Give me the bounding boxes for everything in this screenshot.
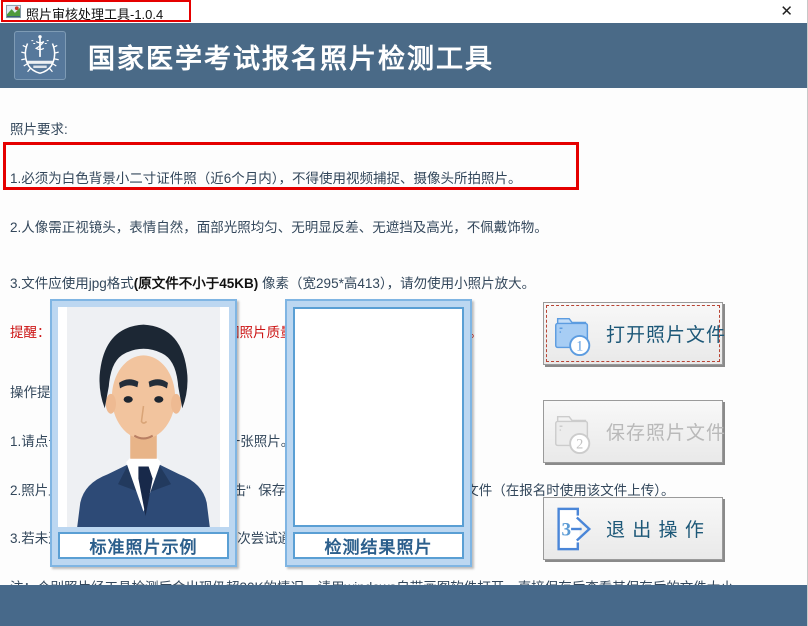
svg-text:2: 2	[576, 436, 583, 452]
app-icon	[6, 4, 21, 19]
save-photo-button-disabled[interactable]: 2 保存照片文件	[543, 400, 723, 463]
exit-button[interactable]: 3 退 出 操 作	[543, 497, 723, 560]
requirement-line-2: 2.人像需正视镜头，表情自然，面部光照均匀、无明显反差、无遮挡及高光，不佩戴饰物…	[10, 220, 747, 236]
app-header: 国家医学考试报名照片检测工具	[0, 23, 807, 88]
page-title: 国家医学考试报名照片检测工具	[88, 37, 494, 76]
requirement-line-3-prefix: 3.文件应使用jpg格式	[10, 276, 134, 291]
window-title: 照片审核处理工具-1.0.4	[26, 4, 163, 23]
footer-bar	[0, 585, 807, 626]
sample-photo-frame: 标准照片示例	[50, 299, 237, 567]
requirement-line-3-size: (原文件不小于45KB)	[134, 276, 259, 291]
exit-arrow-icon: 3	[550, 506, 596, 552]
svg-text:1: 1	[576, 338, 583, 354]
requirement-line-3-suffix: 像素（宽295*高413），请勿使用小照片放大。	[258, 276, 535, 291]
portrait-image	[67, 307, 220, 527]
svg-text:3: 3	[562, 519, 572, 540]
requirement-line-3: 3.文件应使用jpg格式(原文件不小于45KB) 像素（宽295*高413），请…	[10, 276, 747, 292]
requirements-heading: 照片要求:	[10, 122, 747, 138]
open-folder-icon: 1	[550, 311, 596, 357]
requirement-line-1: 1.必须为白色背景小二寸证件照（近6个月内），不得使用视频捕捉、摄像头所拍照片。	[10, 171, 747, 187]
open-photo-label: 打开照片文件	[606, 320, 726, 347]
result-photo-label: 检测结果照片	[293, 532, 464, 559]
title-bar: 照片审核处理工具-1.0.4 ✕	[0, 0, 807, 23]
nmec-logo	[14, 31, 66, 80]
save-folder-icon: 2	[550, 409, 596, 455]
exit-label: 退 出 操 作	[606, 515, 705, 542]
sample-photo-label: 标准照片示例	[58, 532, 229, 559]
sample-photo	[58, 307, 229, 527]
save-photo-label: 保存照片文件	[606, 418, 726, 445]
open-photo-button[interactable]: 1 打开照片文件	[543, 302, 723, 365]
close-icon[interactable]: ✕	[780, 2, 793, 22]
result-photo-frame: 检测结果照片	[285, 299, 472, 567]
result-photo-area	[293, 307, 464, 527]
app-window: 照片审核处理工具-1.0.4 ✕ 国家医学考试报名照片检测工具	[0, 0, 808, 626]
